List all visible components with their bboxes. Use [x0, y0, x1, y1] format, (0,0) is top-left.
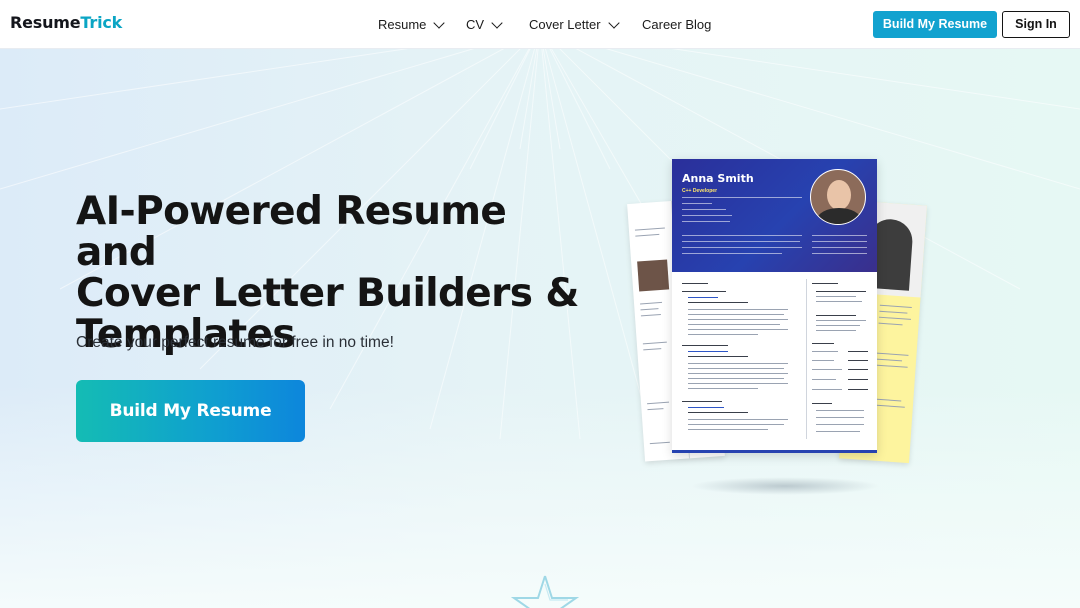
chevron-down-icon	[607, 17, 620, 29]
hero-title-line-1: AI-Powered Resume and	[76, 189, 507, 275]
resume-header: Anna Smith C++ Developer	[672, 159, 877, 272]
nav-item-cover-letter[interactable]: Cover Letter	[529, 17, 620, 32]
nav-item-cover-letter-label: Cover Letter	[529, 17, 601, 32]
resume-preview-name: Anna Smith	[682, 172, 754, 185]
top-navigation: ResumeTrick Resume CV Cover Letter Caree…	[0, 0, 1080, 49]
logo-text-resume: Resume	[10, 13, 81, 32]
nav-item-resume[interactable]: Resume	[378, 17, 446, 32]
nav-item-cv-label: CV	[466, 17, 485, 32]
star-decoration-icon	[510, 575, 580, 608]
portrait-photo	[637, 259, 670, 292]
nav-item-resume-label: Resume	[378, 17, 427, 32]
build-my-resume-hero-button[interactable]: Build My Resume	[76, 380, 305, 442]
hero-title: AI-Powered Resume and Cover Letter Build…	[76, 191, 596, 355]
hero-section: AI-Powered Resume and Cover Letter Build…	[0, 49, 1080, 608]
logo-text-trick: Trick	[80, 13, 123, 32]
resume-template-card-front: Anna Smith C++ Developer	[672, 159, 877, 453]
hero-title-line-2: Cover Letter Builders &	[76, 271, 579, 316]
resumetrick-logo[interactable]: ResumeTrick	[10, 13, 122, 32]
nav-item-cv[interactable]: CV	[466, 17, 503, 32]
resume-photo	[810, 169, 866, 225]
resume-footer-bar	[672, 450, 877, 453]
sign-in-button[interactable]: Sign In	[1002, 11, 1070, 38]
nav-item-career-blog-label: Career Blog	[642, 17, 712, 32]
resume-shadow	[690, 477, 880, 495]
build-my-resume-nav-button[interactable]: Build My Resume	[873, 11, 997, 38]
resume-preview-role: C++ Developer	[682, 188, 718, 194]
hero-subtitle: Create your perfect resume for free in n…	[76, 334, 394, 351]
nav-item-career-blog[interactable]: Career Blog	[642, 17, 711, 32]
chevron-down-icon	[491, 17, 503, 29]
chevron-down-icon	[433, 17, 446, 29]
